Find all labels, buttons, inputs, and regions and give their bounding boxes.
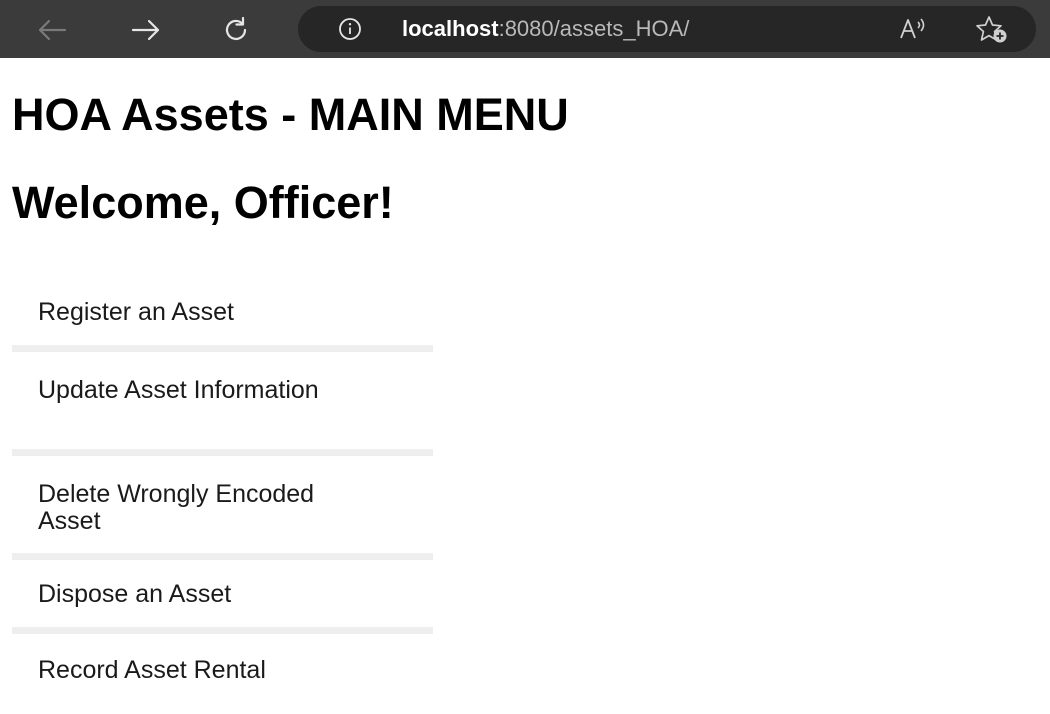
address-bar[interactable]: localhost:8080/assets_HOA/: [298, 6, 1036, 52]
favorites-add-icon[interactable]: [974, 14, 1010, 44]
menu-item-register-asset[interactable]: Register an Asset: [12, 282, 433, 352]
menu-item-label: Dispose an Asset: [38, 580, 232, 608]
url-path: :8080/assets_HOA/: [498, 16, 690, 41]
back-button[interactable]: [32, 10, 72, 50]
url-text[interactable]: localhost:8080/assets_HOA/: [402, 16, 689, 42]
url-host: localhost: [402, 16, 499, 41]
menu-item-label: Delete Wrongly Encoded Asset: [38, 480, 315, 535]
page-title: HOA Assets - MAIN MENU: [12, 89, 569, 140]
read-aloud-icon[interactable]: [898, 16, 928, 42]
menu-item-label: Update Asset Information: [38, 376, 319, 404]
menu-item-label: Record Asset Rental: [38, 656, 266, 684]
browser-toolbar: localhost:8080/assets_HOA/: [0, 0, 1050, 58]
refresh-button[interactable]: [216, 10, 256, 50]
menu-item-dispose-asset[interactable]: Dispose an Asset: [12, 560, 433, 634]
info-icon[interactable]: [338, 17, 362, 41]
menu-item-delete-asset[interactable]: Delete Wrongly Encoded Asset: [12, 456, 433, 560]
back-arrow-icon: [38, 19, 67, 41]
forward-button[interactable]: [126, 10, 166, 50]
menu-item-record-rental[interactable]: Record Asset Rental: [12, 634, 433, 714]
refresh-icon: [225, 16, 247, 40]
forward-arrow-icon: [131, 19, 160, 41]
welcome-heading: Welcome, Officer!: [12, 177, 394, 228]
menu-item-update-asset[interactable]: Update Asset Information: [12, 352, 433, 456]
menu-item-label: Register an Asset: [38, 298, 234, 326]
